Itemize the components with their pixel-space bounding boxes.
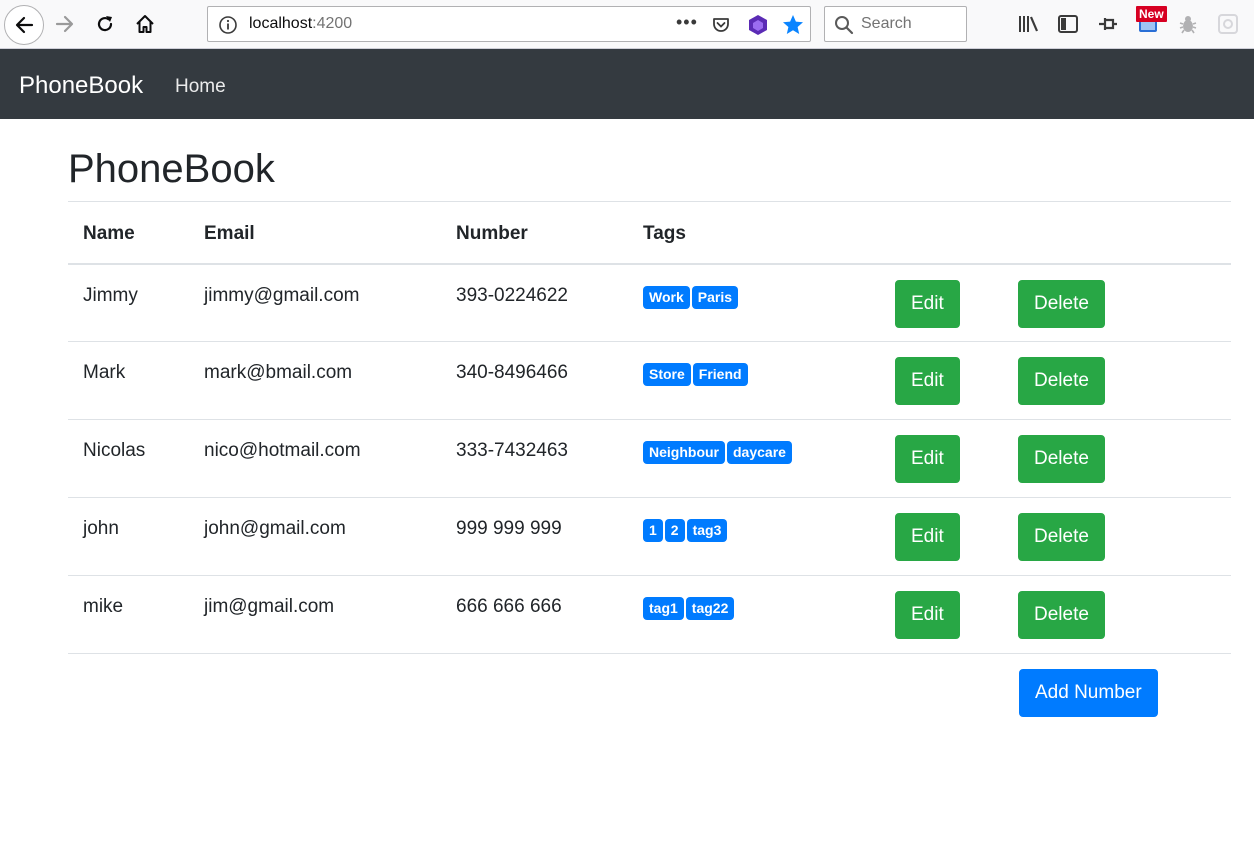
url-host: localhost [249, 15, 313, 32]
table-row: john john@gmail.com 999 999 999 1 2 tag3 E… [68, 497, 1231, 576]
nav-link-home[interactable]: Home [175, 75, 226, 99]
edit-cell: Edit [880, 263, 1003, 342]
url-bar[interactable]: localhost:4200 ••• [207, 6, 811, 42]
sidebar-icon[interactable] [1057, 13, 1079, 35]
search-input[interactable] [861, 9, 961, 39]
edit-button[interactable]: Edit [895, 357, 960, 405]
delete-button[interactable]: Delete [1018, 357, 1105, 405]
info-icon[interactable] [218, 15, 238, 40]
tag-badge: tag3 [686, 519, 728, 542]
delete-button[interactable]: Delete [1018, 591, 1105, 639]
tag-badge: tag22 [685, 597, 735, 620]
browser-toolbar: localhost:4200 ••• Search New [0, 0, 1254, 49]
table-row: Mark mark@bmail.com 340-8496466 Store Fri… [68, 341, 1231, 420]
delete-cell: Delete [1003, 419, 1231, 498]
edit-button[interactable]: Edit [895, 591, 960, 639]
delete-cell: Delete [1003, 575, 1231, 654]
contact-email: mark@bmail.com [189, 341, 441, 420]
delete-button[interactable]: Delete [1018, 513, 1105, 561]
delete-cell: Delete [1003, 341, 1231, 420]
delete-cell: Delete [1003, 497, 1231, 576]
tag-badge: tag1 [643, 597, 684, 620]
url-port: :4200 [312, 15, 353, 32]
contact-name: mike [68, 575, 189, 654]
page-actions-icon[interactable]: ••• [676, 12, 698, 33]
table-end-row [68, 653, 1231, 655]
column-header-email: Email [189, 201, 441, 265]
home-button[interactable] [127, 6, 163, 42]
edit-cell: Edit [880, 341, 1003, 420]
forward-button[interactable] [47, 6, 83, 42]
contact-number: 393-0224622 [441, 263, 628, 342]
contact-email: jimmy@gmail.com [189, 263, 441, 342]
tag-badge: daycare [727, 441, 792, 464]
bug-icon[interactable] [1177, 13, 1199, 35]
column-header-name: Name [68, 201, 189, 265]
table-row: Jimmy jimmy@gmail.com 393-0224622 Work Pa… [68, 263, 1231, 342]
contact-name: Mark [68, 341, 189, 420]
edit-cell: Edit [880, 419, 1003, 498]
contact-number: 999 999 999 [441, 497, 628, 576]
app-navbar: PhoneBook Home [0, 49, 1254, 119]
back-button[interactable] [4, 5, 44, 45]
contact-email: jim@gmail.com [189, 575, 441, 654]
contact-email: nico@hotmail.com [189, 419, 441, 498]
navbar-brand[interactable]: PhoneBook [19, 71, 143, 101]
extension-icon[interactable] [747, 14, 769, 41]
tag-badge: Work [643, 285, 690, 309]
edit-button[interactable]: Edit [895, 435, 960, 483]
search-bar[interactable] [824, 6, 967, 42]
pin-icon[interactable] [1097, 13, 1119, 35]
tag-badge: Friend [692, 363, 748, 386]
column-header-number: Number [441, 201, 628, 265]
tag-badge: 2 [664, 519, 685, 542]
edit-button[interactable]: Edit [895, 513, 960, 561]
reload-icon [97, 16, 113, 32]
delete-cell: Delete [1003, 263, 1231, 342]
tag-badge: Store [643, 363, 691, 386]
contact-email: john@gmail.com [189, 497, 441, 576]
contact-tags: 1 2 tag3 [628, 497, 880, 576]
contact-number: 340-8496466 [441, 341, 628, 420]
library-icon[interactable] [1017, 13, 1039, 35]
home-icon [136, 15, 154, 33]
back-arrow-icon [15, 16, 34, 34]
column-header-tags: Tags [628, 201, 880, 265]
addon-icon[interactable] [1217, 13, 1239, 35]
forward-arrow-icon [55, 15, 74, 33]
column-header-delete [1003, 201, 1231, 265]
contact-tags: Work Paris [628, 263, 880, 342]
column-header-edit [880, 201, 1003, 265]
page-title: PhoneBook [68, 147, 275, 191]
contact-name: Nicolas [68, 419, 189, 498]
new-badge: New [1136, 6, 1167, 22]
contact-number: 333-7432463 [441, 419, 628, 498]
pocket-icon[interactable] [711, 15, 731, 40]
edit-button[interactable]: Edit [895, 279, 960, 328]
table-header-row: Name Email Number Tags [68, 201, 1231, 265]
table-row: mike jim@gmail.com 666 666 666 tag1 tag22… [68, 575, 1231, 654]
edit-cell: Edit [880, 575, 1003, 654]
tag-badge: Neighbour [643, 441, 725, 464]
tag-badge: Paris [691, 285, 738, 309]
contact-name: john [68, 497, 189, 576]
contact-tags: tag1 tag22 [628, 575, 880, 654]
add-number-button[interactable]: Add Number [1019, 669, 1158, 717]
contact-number: 666 666 666 [441, 575, 628, 654]
edit-cell: Edit [880, 497, 1003, 576]
contacts-table: Name Email Number Tags Jimmy jimmy@gmail… [68, 201, 1231, 655]
contact-tags: Store Friend [628, 341, 880, 420]
contact-tags: Neighbour daycare [628, 419, 880, 498]
table-row: Nicolas nico@hotmail.com 333-7432463 Nei… [68, 419, 1231, 498]
delete-button[interactable]: Delete [1018, 279, 1105, 328]
star-icon[interactable] [781, 13, 805, 42]
table-divider [68, 653, 1231, 655]
contact-name: Jimmy [68, 263, 189, 342]
delete-button[interactable]: Delete [1018, 435, 1105, 483]
tag-badge: 1 [643, 519, 663, 542]
search-icon [834, 15, 854, 40]
reload-button[interactable] [87, 6, 123, 42]
url-text[interactable]: localhost:4200 [249, 15, 352, 33]
